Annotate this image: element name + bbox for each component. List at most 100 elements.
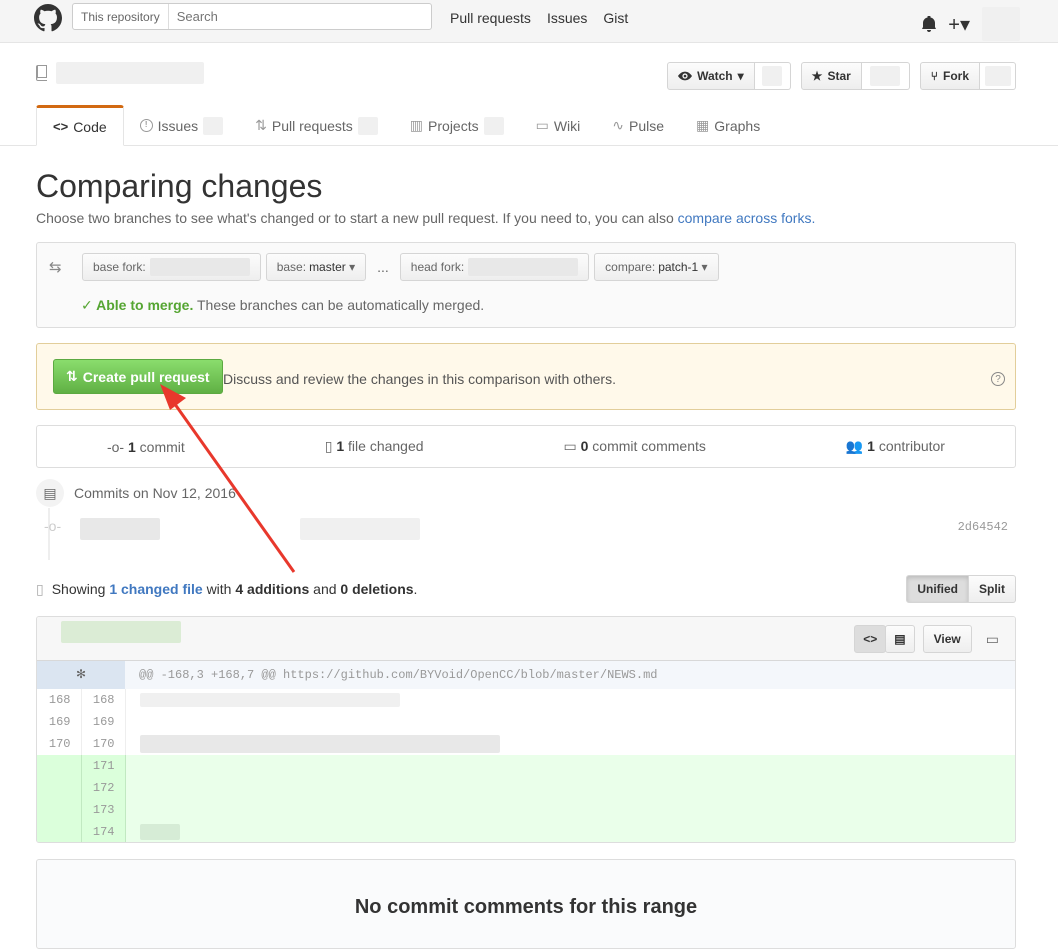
range-editor: ⇆ base fork: base: master ▾ ... head fork… — [36, 242, 1016, 328]
commit-avatar[interactable] — [80, 518, 160, 540]
view-file-button[interactable]: View — [922, 625, 972, 653]
diff-addition-row: 173 — [37, 799, 1015, 821]
caret-down-icon: ▾ — [345, 260, 356, 274]
diff-toc: ▯ Showing 1 changed file with 4 addition… — [36, 575, 1016, 603]
tab-pulse[interactable]: ∿ Pulse — [596, 105, 680, 146]
page-title: Comparing changes — [36, 168, 323, 204]
code-icon: <> — [53, 119, 69, 134]
compare-forks-link[interactable]: compare across forks. — [678, 210, 816, 226]
range-ellipsis: ... — [377, 259, 389, 275]
caret-down-icon: ▾ — [698, 260, 708, 274]
caret-down-icon: ▾ — [737, 69, 744, 83]
site-header: This repository Pull requests Issues Gis… — [0, 0, 1058, 43]
repo-icon — [36, 65, 47, 81]
repo-actions: Watch ▾ ★ Star ⑂ Fork — [667, 62, 1016, 90]
tab-wiki[interactable]: ▭ Wiki — [520, 105, 597, 146]
base-fork-select[interactable]: base fork: — [82, 253, 261, 281]
commit-sha[interactable]: 2d64542 — [958, 520, 1008, 534]
no-comments-heading: No commit comments for this range — [354, 896, 698, 918]
search-scope: This repository — [73, 4, 169, 29]
commit-list-icon: ▤ — [36, 479, 64, 507]
github-logo-icon[interactable] — [34, 4, 62, 32]
summary-contributors[interactable]: 👥 1 contributor — [846, 438, 945, 455]
star-icon: ★ — [811, 69, 823, 83]
commit-node-icon: -o- — [44, 518, 62, 534]
pr-hint: Discuss and review the changes in this c… — [223, 371, 616, 387]
project-icon: ▥ — [409, 117, 424, 133]
diff-addition-row: 171 — [37, 755, 1015, 777]
top-nav: Pull requests Issues Gist — [450, 10, 628, 26]
source-view-button[interactable]: <> — [854, 625, 887, 653]
compare-arrows-icon: ⇆ — [49, 259, 62, 276]
check-icon: ✓ — [81, 297, 97, 313]
file-icon: ▯ — [36, 580, 44, 597]
commits-heading: ▤ Commits on Nov 12, 2016 — [36, 479, 236, 507]
tab-code[interactable]: <> Code — [36, 105, 124, 146]
unified-button[interactable]: Unified — [906, 575, 969, 603]
file-diff: <> ▤ View ▭ ✻ @@ -168,3 +168,7 @@ https:… — [36, 616, 1016, 843]
star-count[interactable] — [861, 62, 910, 90]
new-plus-icon[interactable]: +▾ — [948, 12, 970, 37]
diff-table: ✻ @@ -168,3 +168,7 @@ https://github.com… — [37, 661, 1015, 842]
file-name[interactable] — [61, 621, 181, 643]
watch-button[interactable]: Watch ▾ — [667, 62, 755, 90]
diff-addition-row: 172 — [37, 777, 1015, 799]
star-button[interactable]: ★ Star — [800, 62, 862, 90]
base-branch-select[interactable]: base: master ▾ — [265, 253, 367, 281]
fork-button[interactable]: ⑂ Fork — [919, 62, 980, 90]
rich-view-button[interactable]: ▤ — [885, 625, 915, 653]
book-icon: ▭ — [535, 117, 549, 133]
diff-context-row: 170 170 — [37, 733, 1015, 755]
repo-tabs: <> Code ! Issues ⇅ Pull requests ▥ Projects … — [36, 105, 1022, 146]
nav-issues[interactable]: Issues — [547, 10, 587, 26]
fork-count[interactable] — [980, 62, 1016, 90]
summary-comments[interactable]: ▭ 0 commit comments — [563, 438, 705, 455]
tab-issues[interactable]: ! Issues — [124, 105, 239, 146]
split-button[interactable]: Split — [969, 575, 1016, 603]
search-input[interactable] — [168, 9, 419, 24]
commit-message[interactable] — [300, 518, 420, 540]
avatar[interactable] — [982, 7, 1020, 41]
question-icon[interactable]: ? — [991, 372, 1005, 386]
issue-icon: ! — [139, 119, 153, 132]
repo-name[interactable] — [56, 62, 204, 84]
overall-summary: -o- 1 commit ▯ 1 file changed ▭ 0 commit… — [36, 425, 1016, 468]
hunk-text: @@ -168,3 +168,7 @@ https://github.com/B… — [125, 661, 1015, 689]
summary-commits[interactable]: -o- 1 commit — [107, 439, 185, 455]
desktop-icon[interactable]: ▭ — [980, 631, 1005, 648]
fork-icon: ⑂ — [930, 69, 938, 83]
expand-icon[interactable]: ✻ — [37, 661, 125, 689]
graph-icon: ▦ — [696, 117, 710, 133]
file-actions: <> ▤ View ▭ — [854, 625, 1005, 653]
code-icon: <> — [863, 632, 878, 646]
search-box[interactable]: This repository — [72, 3, 432, 30]
changed-files-link[interactable]: 1 changed file — [109, 581, 202, 597]
diff-view-toggle: Unified Split — [906, 575, 1016, 603]
nav-pull-requests[interactable]: Pull requests — [450, 10, 531, 26]
diff-addition-row: 174 — [37, 821, 1015, 842]
file-text-icon: ▤ — [894, 632, 906, 646]
summary-files[interactable]: ▯ 1 file changed — [325, 438, 424, 455]
nav-gist[interactable]: Gist — [603, 10, 628, 26]
pull-request-box: ⇅ Create pull request Discuss and review … — [36, 343, 1016, 410]
create-pull-request-button[interactable]: ⇅ Create pull request — [53, 359, 223, 394]
diff-context-row: 168 168 — [37, 689, 1015, 711]
commit-comments-blankslate: No commit comments for this range — [36, 859, 1016, 949]
tab-pull-requests[interactable]: ⇅ Pull requests — [239, 105, 394, 146]
pulse-icon: ∿ — [612, 117, 625, 133]
pull-request-icon: ⇅ — [255, 117, 267, 133]
watch-count[interactable] — [754, 62, 791, 90]
tab-graphs[interactable]: ▦ Graphs — [680, 105, 776, 146]
repo-title — [36, 62, 204, 84]
comment-icon: ▭ — [563, 438, 577, 454]
page-description: Choose two branches to see what's change… — [36, 210, 816, 226]
file-header: <> ▤ View ▭ — [37, 617, 1015, 661]
eye-icon — [678, 71, 693, 81]
compare-branch-select[interactable]: compare: patch-1 ▾ — [594, 253, 719, 281]
diff-context-row: 169 169 — [37, 711, 1015, 733]
merge-status: ✓ Able to merge. These branches can be a… — [81, 297, 485, 313]
head-fork-select[interactable]: head fork: — [399, 253, 590, 281]
bell-icon[interactable] — [922, 16, 937, 32]
people-icon: 👥 — [845, 438, 864, 454]
tab-projects[interactable]: ▥ Projects — [394, 105, 520, 146]
